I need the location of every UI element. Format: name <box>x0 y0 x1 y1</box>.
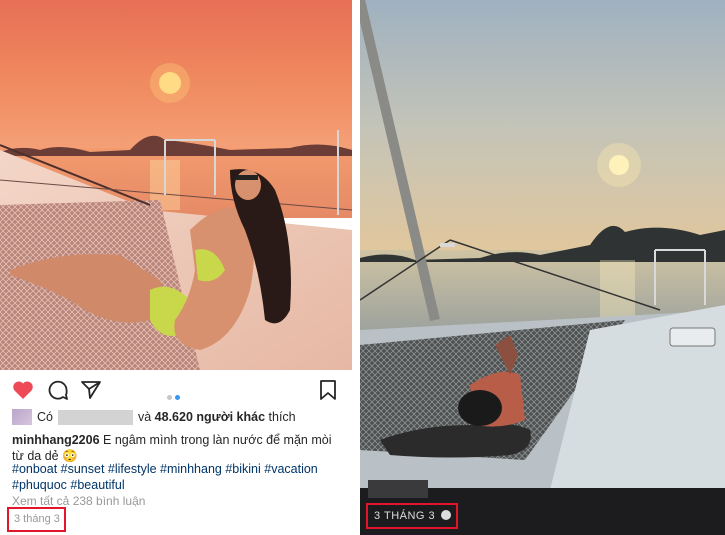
story-view: 3 THÁNG 3 <box>360 0 725 535</box>
bookmark-icon[interactable] <box>316 378 340 402</box>
post-action-bar <box>0 372 352 406</box>
likes-count[interactable]: 48.620 người khác <box>155 410 265 424</box>
heart-icon[interactable] <box>11 378 35 402</box>
carousel-dot-active <box>175 395 180 400</box>
likes-suffix: thích <box>268 410 296 424</box>
story-photo <box>360 0 725 490</box>
view-all-comments-link[interactable]: Xem tất cả 238 bình luận <box>12 494 145 508</box>
post-hashtags[interactable]: #onboat #sunset #lifestyle #minhhang #bi… <box>12 461 347 493</box>
comment-icon[interactable] <box>46 378 70 402</box>
instagram-post: Có và 48.620 người khác thích minhhang22… <box>0 0 352 535</box>
likes-and: và <box>137 410 152 424</box>
likes-prefix: Có <box>37 410 53 424</box>
sunset-boat-photo <box>0 0 352 370</box>
highlight-box-post-date <box>7 507 66 532</box>
post-photo <box>0 0 352 370</box>
blurred-story-text <box>368 480 428 498</box>
post-caption: minhhang2206 E ngâm mình trong làn nước … <box>12 432 342 464</box>
carousel-indicator <box>167 387 183 405</box>
highlight-box-story-date <box>366 503 458 529</box>
blurred-username <box>57 409 133 425</box>
post-username[interactable]: minhhang2206 <box>12 433 100 447</box>
liker-avatar[interactable] <box>12 409 32 425</box>
share-icon[interactable] <box>79 378 103 402</box>
likes-line: Có và 48.620 người khác thích <box>12 406 352 428</box>
carousel-dot <box>167 395 172 400</box>
